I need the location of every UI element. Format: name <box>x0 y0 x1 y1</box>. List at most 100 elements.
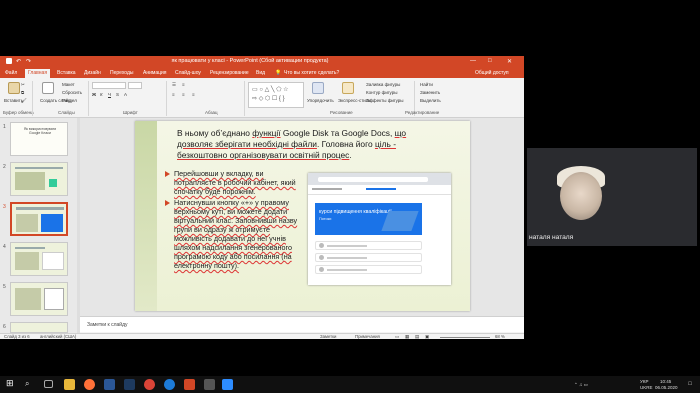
slide-title[interactable]: В ньому об’єднано функції Google Disk та… <box>177 128 439 161</box>
strikethrough-icon[interactable]: S <box>116 92 119 97</box>
quick-styles-icon[interactable] <box>342 82 354 94</box>
tab-view[interactable]: Вид <box>256 70 265 76</box>
new-slide-icon[interactable] <box>42 82 54 94</box>
class-subtitle: Потоки <box>319 217 332 221</box>
class-title: курси підвищення кваліфікації <box>319 209 392 215</box>
font-size-field[interactable] <box>128 82 142 89</box>
sorter-view-icon[interactable]: ▦ <box>405 334 409 340</box>
redo-icon[interactable]: ↷ <box>26 58 31 65</box>
firefox-icon[interactable] <box>84 379 95 390</box>
clipboard-group-label: Буфер обмена <box>3 110 34 115</box>
slideshow-view-icon[interactable]: ▣ <box>425 334 429 340</box>
replace-button[interactable]: Заменить <box>420 90 440 95</box>
shapes-gallery[interactable]: ▭ ○ △ ╲ ⬠ ☆ ⇨ ◇ ⬡ ☐ { } <box>248 82 304 108</box>
banner-illustration <box>381 211 419 231</box>
file-explorer-icon[interactable] <box>64 379 75 390</box>
share-button[interactable]: Общий доступ <box>475 70 509 76</box>
app-icon[interactable] <box>104 379 115 390</box>
slide-canvas[interactable]: В ньому об’єднано функції Google Disk та… <box>135 121 470 311</box>
maximize-button[interactable]: □ <box>488 58 492 64</box>
copy-icon[interactable]: ⧉ <box>21 90 24 95</box>
notes-toggle[interactable]: Заметки <box>320 334 336 339</box>
zoom-slider[interactable] <box>440 337 490 338</box>
task-view-icon[interactable] <box>44 380 53 388</box>
save-icon[interactable] <box>6 58 12 64</box>
notes-pane[interactable]: Заметки к слайду <box>80 316 524 332</box>
layout-button[interactable]: Макет <box>62 82 75 87</box>
thumb-number: 6 <box>3 324 6 330</box>
ribbon-separator <box>88 81 89 116</box>
find-button[interactable]: Найти <box>420 82 433 87</box>
tab-review[interactable]: Рецензирование <box>210 70 249 76</box>
slide-thumbnail-4[interactable] <box>10 242 68 276</box>
notifications-icon[interactable]: ☐ <box>688 381 692 387</box>
slide-body[interactable]: Перейшовши у вкладку, ви потрапляєте в р… <box>165 169 299 272</box>
shape-fill-button[interactable]: Заливка фигуры <box>366 82 400 87</box>
tell-me-search[interactable]: Что вы хотите сделать? <box>284 70 339 76</box>
header-tab <box>366 188 396 190</box>
slide-thumbnail-5[interactable] <box>10 282 68 316</box>
drawing-group-label: Рисование <box>330 110 353 115</box>
participant-video[interactable]: наталя наталя <box>527 148 697 246</box>
language-indicator[interactable]: английский (США) <box>40 334 76 339</box>
thumb-content <box>15 172 45 190</box>
tab-transitions[interactable]: Переходы <box>110 70 133 76</box>
numbering-icon[interactable]: ≡ <box>182 82 185 87</box>
align-center-icon[interactable]: ≡ <box>182 92 185 97</box>
slide-thumbnail-3[interactable] <box>10 202 68 236</box>
zoom-app-icon[interactable] <box>222 379 233 390</box>
tab-design[interactable]: Дизайн <box>84 70 101 76</box>
close-button[interactable]: ✕ <box>507 58 512 65</box>
align-right-icon[interactable]: ≡ <box>192 92 195 97</box>
classroom-screenshot[interactable]: курси підвищення кваліфікації Потоки <box>308 173 451 285</box>
tab-file[interactable]: Файл <box>5 70 17 76</box>
slide-thumbnail-1[interactable]: Як використовувати Google Класи <box>10 122 68 156</box>
zoom-level[interactable]: 68 % <box>495 334 505 339</box>
window-title: як працювати у класі - PowerPoint (Сбой … <box>171 58 329 64</box>
windows-start-icon[interactable]: ⊞ <box>6 378 17 389</box>
edge-icon[interactable] <box>164 379 175 390</box>
clock-date[interactable]: 06.05.2020 <box>655 385 678 390</box>
reading-view-icon[interactable]: ▤ <box>415 334 419 340</box>
tab-insert[interactable]: Вставка <box>57 70 76 76</box>
tab-animations[interactable]: Анимация <box>143 70 166 76</box>
slide-thumbnail-6[interactable] <box>10 322 68 333</box>
paste-icon[interactable] <box>8 82 20 94</box>
align-left-icon[interactable]: ≡ <box>172 92 175 97</box>
chrome-icon[interactable] <box>144 379 155 390</box>
bold-icon[interactable]: Ж <box>92 92 96 97</box>
title-part: функції <box>252 128 281 138</box>
search-icon[interactable]: ⌕ <box>25 379 36 390</box>
keyboard-language-2[interactable]: UKRE <box>640 385 653 390</box>
tab-slideshow[interactable]: Слайд-шоу <box>175 70 201 76</box>
powerpoint-icon[interactable] <box>184 379 195 390</box>
scissors-icon[interactable]: ✂ <box>21 82 25 88</box>
arrange-button[interactable]: Упорядочить <box>307 98 334 103</box>
font-color-icon[interactable]: A <box>124 92 127 97</box>
select-button[interactable]: Выделить <box>420 98 441 103</box>
normal-view-icon[interactable]: ▭ <box>395 334 399 340</box>
italic-icon[interactable]: К <box>100 92 103 97</box>
app-icon[interactable] <box>204 379 215 390</box>
tray-icons[interactable]: ⌃ ♫ ▭ <box>574 382 588 388</box>
undo-icon[interactable]: ↶ <box>16 58 21 65</box>
bullets-icon[interactable]: ☰ <box>172 82 176 88</box>
format-painter-icon[interactable]: 🖌 <box>21 98 27 104</box>
title-part: . Головна його <box>316 139 375 149</box>
reset-button[interactable]: Сбросить <box>62 90 82 95</box>
keyboard-language[interactable]: УКР <box>640 379 648 384</box>
comments-toggle[interactable]: Примечания <box>355 334 380 339</box>
section-button[interactable]: Раздел <box>62 98 77 103</box>
bullet-text: Натиснувши кнопку «+» у правому верхньом… <box>174 198 298 270</box>
clock-time[interactable]: 10:45 <box>660 379 671 384</box>
underline-icon[interactable]: Ч <box>108 92 111 97</box>
tab-home[interactable]: Главная <box>25 69 51 78</box>
shape-outline-button[interactable]: Контур фигуры <box>366 90 397 95</box>
font-name-field[interactable] <box>92 82 126 89</box>
slide-thumbnail-2[interactable] <box>10 162 68 196</box>
arrange-icon[interactable] <box>312 82 324 94</box>
shape-effects-button[interactable]: Эффекты фигуры <box>366 98 404 103</box>
minimize-button[interactable]: — <box>470 58 476 64</box>
participant-name: наталя наталя <box>529 234 574 241</box>
app-icon[interactable] <box>124 379 135 390</box>
